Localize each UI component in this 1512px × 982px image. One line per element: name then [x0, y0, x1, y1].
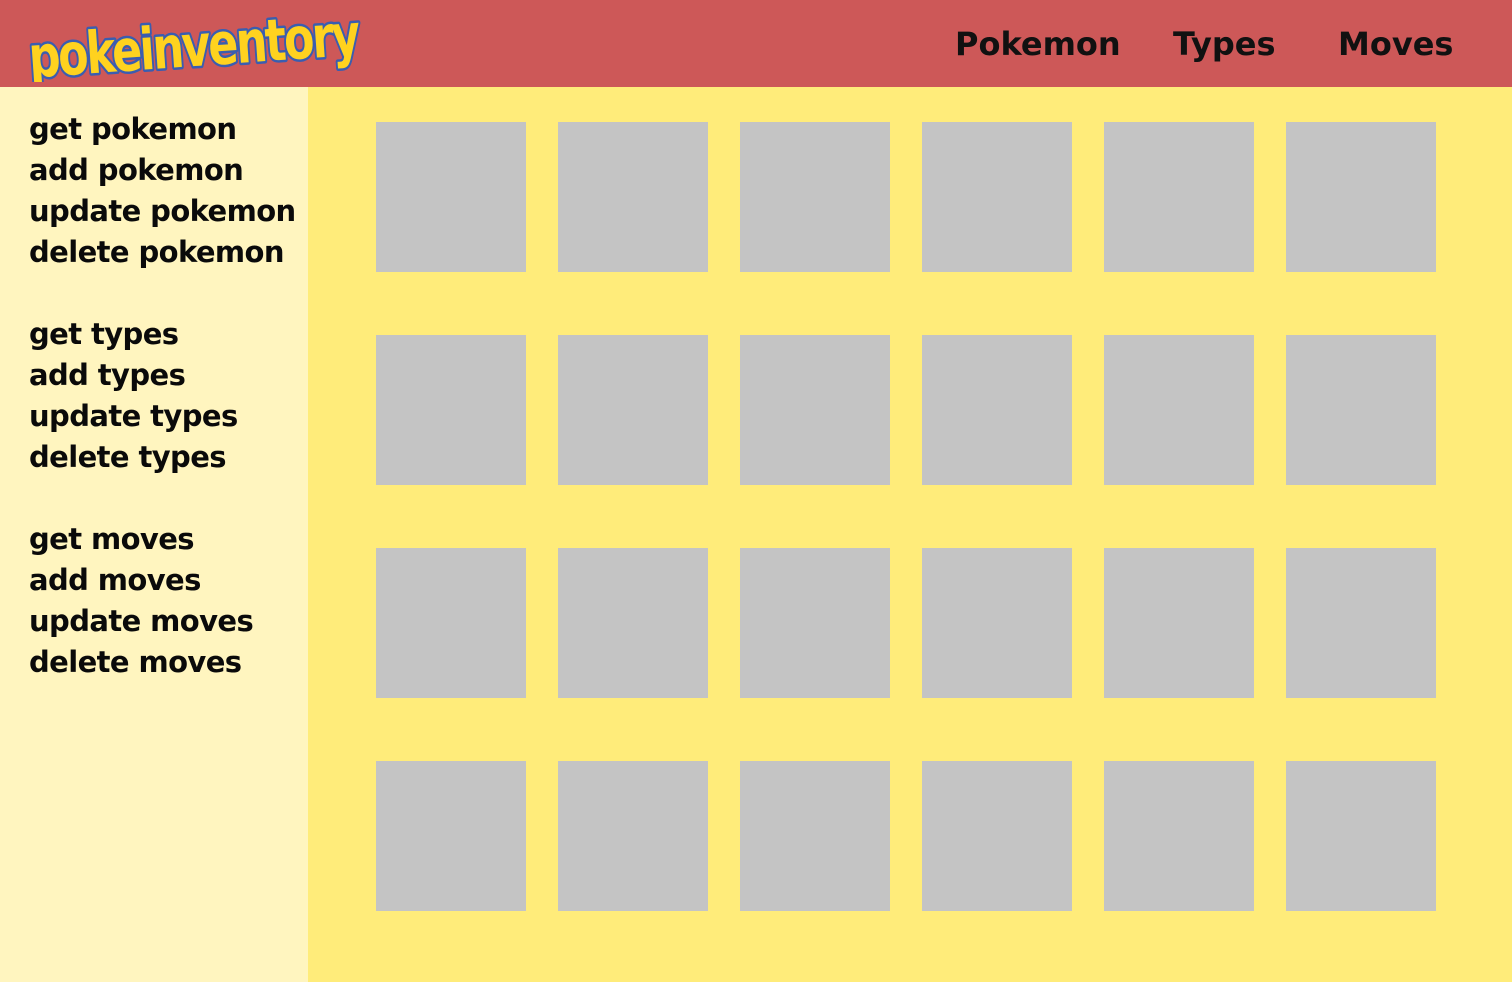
- pokemon-card-placeholder[interactable]: [558, 548, 708, 698]
- sidebar-group-pokemon: get pokemon add pokemon update pokemon d…: [29, 109, 296, 273]
- pokemon-card-placeholder[interactable]: [376, 122, 526, 272]
- sidebar-group-types: get types add types update types delete …: [29, 314, 238, 478]
- pokemon-card-placeholder[interactable]: [376, 335, 526, 485]
- pokemon-card-placeholder[interactable]: [740, 761, 890, 911]
- sidebar-item-add-types[interactable]: add types: [29, 355, 238, 396]
- pokemon-card-placeholder[interactable]: [740, 548, 890, 698]
- pokemon-card-placeholder[interactable]: [558, 761, 708, 911]
- app-header: pokeinventory Pokemon Types Moves: [0, 0, 1512, 87]
- sidebar-item-add-pokemon[interactable]: add pokemon: [29, 150, 296, 191]
- pokemon-card-placeholder[interactable]: [922, 122, 1072, 272]
- logo-text: pokeinventory: [26, 2, 362, 82]
- sidebar: get pokemon add pokemon update pokemon d…: [0, 87, 308, 982]
- pokemon-card-placeholder[interactable]: [1286, 761, 1436, 911]
- pokemon-card-placeholder[interactable]: [1104, 122, 1254, 272]
- sidebar-item-update-types[interactable]: update types: [29, 396, 238, 437]
- sidebar-item-get-types[interactable]: get types: [29, 314, 238, 355]
- sidebar-item-get-moves[interactable]: get moves: [29, 519, 253, 560]
- nav-moves[interactable]: Moves: [1338, 0, 1453, 87]
- logo-graphic: pokeinventory: [24, 2, 364, 82]
- card-grid: [376, 122, 1436, 911]
- pokemon-card-placeholder[interactable]: [1286, 548, 1436, 698]
- sidebar-item-update-moves[interactable]: update moves: [29, 601, 254, 642]
- nav-types[interactable]: Types: [1173, 0, 1276, 87]
- pokemon-card-placeholder[interactable]: [1104, 761, 1254, 911]
- pokemon-card-placeholder[interactable]: [1104, 548, 1254, 698]
- sidebar-item-delete-pokemon[interactable]: delete pokemon: [29, 232, 296, 273]
- sidebar-item-get-pokemon[interactable]: get pokemon: [29, 109, 296, 150]
- pokemon-card-placeholder[interactable]: [1286, 122, 1436, 272]
- sidebar-item-delete-types[interactable]: delete types: [29, 437, 238, 478]
- pokemon-card-placeholder[interactable]: [1104, 335, 1254, 485]
- pokemon-card-placeholder[interactable]: [922, 548, 1072, 698]
- nav-pokemon[interactable]: Pokemon: [955, 0, 1121, 87]
- pokemon-card-placeholder[interactable]: [376, 548, 526, 698]
- pokemon-card-placeholder[interactable]: [740, 335, 890, 485]
- pokeinventory-logo[interactable]: pokeinventory: [24, 2, 364, 82]
- pokemon-card-placeholder[interactable]: [1286, 335, 1436, 485]
- pokemon-card-placeholder[interactable]: [740, 122, 890, 272]
- sidebar-item-add-moves[interactable]: add moves: [29, 560, 253, 601]
- pokemon-card-placeholder[interactable]: [922, 761, 1072, 911]
- pokemon-card-placeholder[interactable]: [376, 761, 526, 911]
- pokemon-card-placeholder[interactable]: [922, 335, 1072, 485]
- sidebar-item-delete-moves[interactable]: delete moves: [29, 642, 253, 683]
- sidebar-group-moves: get moves add moves update moves delete …: [29, 519, 254, 683]
- pokemon-card-placeholder[interactable]: [558, 335, 708, 485]
- sidebar-item-update-pokemon[interactable]: update pokemon: [29, 191, 296, 232]
- pokemon-card-placeholder[interactable]: [558, 122, 708, 272]
